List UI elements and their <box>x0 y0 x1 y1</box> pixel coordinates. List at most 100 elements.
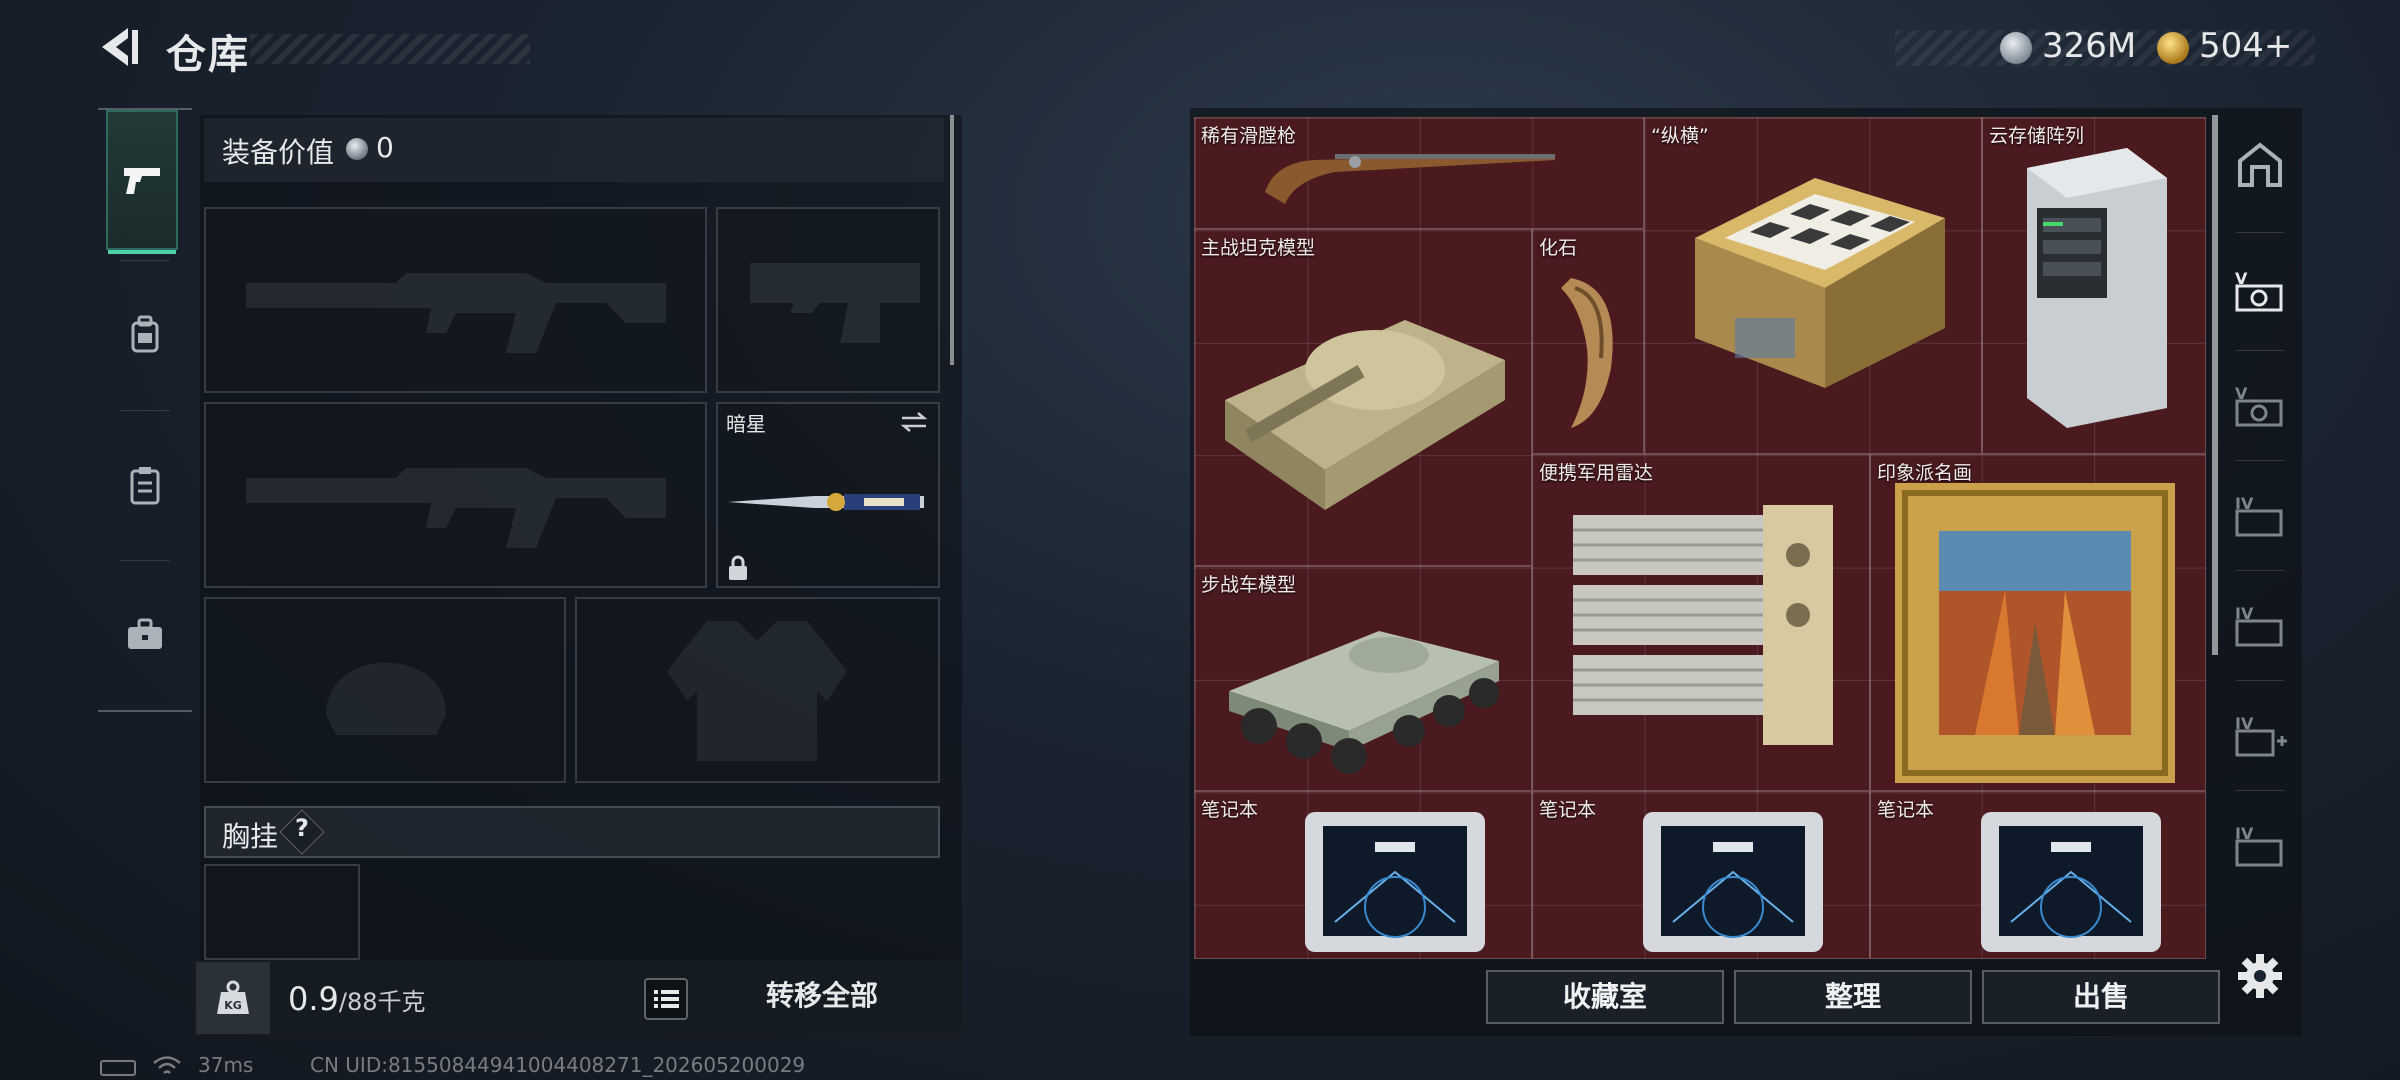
weight-indicator: KG <box>196 962 270 1034</box>
stash-v-icon: V <box>2235 384 2283 427</box>
stash-nav-home[interactable] <box>2220 110 2300 220</box>
painting-icon <box>1895 483 2175 783</box>
item-name: 笔记本 <box>1539 799 1597 821</box>
primary-weapon-slot[interactable] <box>204 207 707 393</box>
list-icon <box>654 990 679 1008</box>
server-tower-icon <box>2027 148 2167 428</box>
stash-nav-tab-1[interactable]: V <box>2220 235 2300 345</box>
rifle-silhouette-icon <box>246 468 666 548</box>
left-nav <box>98 108 192 712</box>
stash-grid: 稀有滑膛枪 “纵横” 云存储阵列 主战坦克模型 化石 便携军用雷达 印象派名画 … <box>1194 117 2206 959</box>
back-arrow-icon <box>102 28 138 66</box>
stash-iv-icon: IV <box>2235 824 2283 867</box>
stash-nav-tab-5[interactable]: IV <box>2220 680 2300 790</box>
lock-icon <box>729 555 747 580</box>
organize-button[interactable]: 整理 <box>1734 970 1972 1024</box>
fossil-claw-icon <box>1561 278 1613 428</box>
stash-item[interactable]: 主战坦克模型 <box>1195 230 1533 567</box>
ping-readout: 37ms <box>198 1053 254 1077</box>
radar-icon <box>1573 505 1833 745</box>
title-decoration <box>250 34 530 64</box>
carry-weight-current: 0.9 <box>288 980 339 1018</box>
stash-item[interactable]: 化石 <box>1533 230 1645 455</box>
item-name: “纵横” <box>1651 125 1709 147</box>
wifi-icon <box>153 1056 181 1074</box>
tank-icon <box>1225 320 1505 510</box>
item-name: 步战车模型 <box>1201 574 1297 596</box>
gold-coin-icon <box>2157 32 2189 64</box>
item-name: 云存储阵列 <box>1989 125 2085 147</box>
armor-slot[interactable] <box>575 597 940 783</box>
page-title: 仓库 <box>166 32 250 78</box>
transfer-all-button[interactable]: 转移全部 <box>732 970 912 1022</box>
collection-room-button[interactable]: 收藏室 <box>1486 970 1724 1024</box>
stash-iv-add-icon: IV <box>2235 714 2287 757</box>
carry-weight: 0.9/88千克 <box>288 980 426 1018</box>
sidearm-slot[interactable] <box>716 207 940 393</box>
stash-item[interactable]: 笔记本 <box>1871 792 2205 958</box>
stash-nav: V V IV IV IV IV <box>2220 110 2300 940</box>
armor-silhouette-icon <box>667 621 847 761</box>
chest-rig-slot[interactable] <box>204 864 360 960</box>
sell-button[interactable]: 出售 <box>1982 970 2220 1024</box>
silver-coin-icon <box>346 138 368 160</box>
clipboard-icon <box>130 467 160 505</box>
gear-icon <box>2238 954 2282 998</box>
laptop-icon <box>1981 812 2161 952</box>
gold-currency-value[interactable]: 504+ <box>2199 26 2292 66</box>
musket-icon <box>1265 154 1555 204</box>
helmet-slot[interactable] <box>204 597 566 783</box>
equipment-value-label: 装备价值 <box>222 136 335 169</box>
item-name: 便携军用雷达 <box>1539 462 1654 484</box>
battery-icon <box>100 1060 136 1076</box>
ifv-icon <box>1229 631 1499 774</box>
chessboard-icon <box>1695 178 1945 388</box>
stash-item[interactable]: “纵横” <box>1645 118 1983 455</box>
stash-nav-tab-3[interactable]: IV <box>2220 460 2300 570</box>
melee-slot[interactable]: 暗星 <box>716 402 940 588</box>
stash-iv-icon: IV <box>2235 494 2283 537</box>
stash-item[interactable]: 印象派名画 <box>1871 455 2205 792</box>
nav-item-vest[interactable] <box>98 415 192 555</box>
user-uid: CN UID:81550844941004408271_202605200029 <box>310 1053 806 1077</box>
back-button[interactable] <box>96 22 146 72</box>
item-name: 印象派名画 <box>1877 462 1973 484</box>
item-name: 笔记本 <box>1201 799 1259 821</box>
list-view-button[interactable] <box>644 978 688 1020</box>
stash-nav-tab-2[interactable]: V <box>2220 350 2300 460</box>
briefcase-icon <box>128 618 162 649</box>
stash-item[interactable]: 步战车模型 <box>1195 567 1533 792</box>
weight-icon: KG <box>217 980 249 1014</box>
item-name: 化石 <box>1539 237 1578 259</box>
rifle-silhouette-icon <box>246 273 666 353</box>
laptop-icon <box>1643 812 1823 952</box>
stash-item[interactable]: 笔记本 <box>1195 792 1533 958</box>
swap-icon[interactable] <box>898 410 930 434</box>
stash-item[interactable]: 稀有滑膛枪 <box>1195 118 1645 230</box>
equipment-value: 0 <box>376 131 394 164</box>
pistol-silhouette-icon <box>750 263 920 343</box>
stash-nav-tab-6[interactable]: IV <box>2220 790 2300 900</box>
silver-currency-value[interactable]: 326M <box>2042 26 2136 66</box>
stash-iv-icon: IV <box>2235 604 2283 647</box>
pistol-icon <box>124 168 160 194</box>
settings-button[interactable] <box>2234 950 2286 1002</box>
stash-item[interactable]: 云存储阵列 <box>1983 118 2205 455</box>
melee-item-name: 暗星 <box>726 412 766 436</box>
stash-v-icon: V <box>2235 269 2283 312</box>
stash-item[interactable]: 便携军用雷达 <box>1533 455 1871 792</box>
carry-weight-capacity: /88千克 <box>338 988 426 1016</box>
stash-scrollbar[interactable] <box>2212 115 2218 655</box>
nav-item-weapons[interactable] <box>106 110 178 254</box>
nav-item-case[interactable] <box>98 565 192 705</box>
help-question-mark: ? <box>295 814 309 842</box>
stash-nav-tab-4[interactable]: IV <box>2220 570 2300 680</box>
equipment-scrollbar[interactable] <box>950 115 954 365</box>
chest-rig-label: 胸挂 <box>222 820 279 853</box>
stash-item[interactable]: 笔记本 <box>1533 792 1871 958</box>
backpack-icon <box>131 315 159 353</box>
nav-item-backpack[interactable] <box>98 265 192 405</box>
secondary-weapon-slot[interactable] <box>204 402 707 588</box>
silver-coin-icon <box>2000 32 2032 64</box>
laptop-icon <box>1305 812 1485 952</box>
